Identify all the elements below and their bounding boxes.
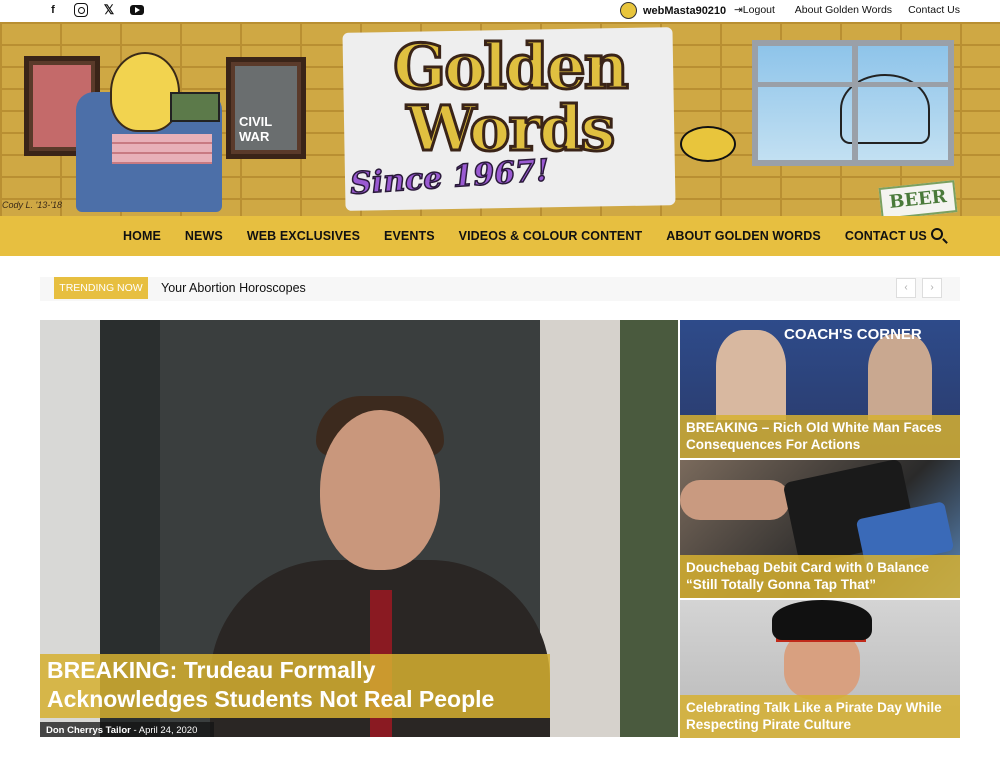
youtube-icon[interactable] — [130, 5, 144, 15]
chevron-right-icon[interactable]: › — [922, 278, 942, 298]
laptop-illustration — [170, 92, 220, 122]
featured-caption: BREAKING: Trudeau Formally Acknowledges … — [40, 654, 550, 718]
top-links: About Golden Words Contact Us — [795, 4, 960, 16]
top-link-contact[interactable]: Contact Us — [908, 4, 960, 16]
featured-date: - April 24, 2020 — [133, 725, 198, 736]
trending-headline[interactable]: Your Abortion Horoscopes — [161, 281, 306, 295]
featured-meta: Don Cherrys Tailor - April 24, 2020 — [40, 722, 214, 737]
nav-news[interactable]: NEWS — [185, 229, 223, 243]
search-icon[interactable] — [931, 228, 943, 240]
site-logo[interactable]: Golden Words — [360, 34, 660, 161]
twitter-icon[interactable]: 𝕏 — [102, 3, 116, 17]
social-links: f 𝕏 — [46, 3, 144, 17]
nav-about[interactable]: ABOUT GOLDEN WORDS — [666, 229, 821, 243]
logout-link[interactable]: ⇥Logout — [734, 4, 775, 16]
instagram-icon[interactable] — [74, 3, 88, 17]
artist-signature: Cody L. '13-'18 — [2, 200, 62, 210]
poster-caption: CIVIL WAR — [239, 114, 272, 144]
window-illustration — [752, 40, 954, 166]
side-article-1[interactable]: COACH'S CORNER BREAKING – Rich Old White… — [680, 320, 960, 458]
nav-home[interactable]: HOME — [123, 229, 161, 243]
chevron-left-icon[interactable]: ‹ — [896, 278, 916, 298]
nav-events[interactable]: EVENTS — [384, 229, 435, 243]
side-article-title[interactable]: Celebrating Talk Like a Pirate Day While… — [680, 695, 960, 738]
facebook-icon[interactable]: f — [46, 3, 60, 17]
beer-sign: BEER — [878, 180, 958, 216]
side-article-2[interactable]: Douchebag Debit Card with 0 Balance “Sti… — [680, 460, 960, 598]
avatar — [620, 2, 637, 19]
trending-badge: TRENDING NOW — [54, 277, 148, 299]
image-overlay-text: COACH'S CORNER — [784, 326, 922, 343]
nav-videos[interactable]: VIDEOS & COLOUR CONTENT — [459, 229, 643, 243]
user-profile-link[interactable]: webMasta90210 — [620, 2, 726, 19]
trending-bar: TRENDING NOW Your Abortion Horoscopes ‹ … — [40, 277, 960, 301]
main-nav: HOME NEWS WEB EXCLUSIVES EVENTS VIDEOS &… — [0, 216, 1000, 256]
featured-author[interactable]: Don Cherrys Tailor — [46, 725, 131, 736]
featured-title[interactable]: BREAKING: Trudeau Formally Acknowledges … — [40, 654, 550, 718]
side-article-title[interactable]: Douchebag Debit Card with 0 Balance “Sti… — [680, 555, 960, 598]
wall-poster-right: CIVIL WAR — [226, 57, 306, 159]
mascot-seal-icon — [680, 126, 736, 162]
featured-article[interactable]: BREAKING: Trudeau Formally Acknowledges … — [40, 320, 678, 737]
top-bar: f 𝕏 webMasta90210 ⇥Logout About Golden W… — [0, 0, 1000, 22]
nav-contact[interactable]: CONTACT US — [845, 229, 927, 243]
side-article-3[interactable]: Celebrating Talk Like a Pirate Day While… — [680, 600, 960, 738]
side-article-title[interactable]: BREAKING – Rich Old White Man Faces Cons… — [680, 415, 960, 458]
nav-web-exclusives[interactable]: WEB EXCLUSIVES — [247, 229, 360, 243]
header-banner[interactable]: CIVIL WAR Golden Words Since 1967! BEER … — [0, 22, 1000, 216]
username: webMasta90210 — [643, 4, 727, 17]
pizza-boxes-illustration — [112, 134, 212, 164]
top-link-about[interactable]: About Golden Words — [795, 4, 892, 16]
